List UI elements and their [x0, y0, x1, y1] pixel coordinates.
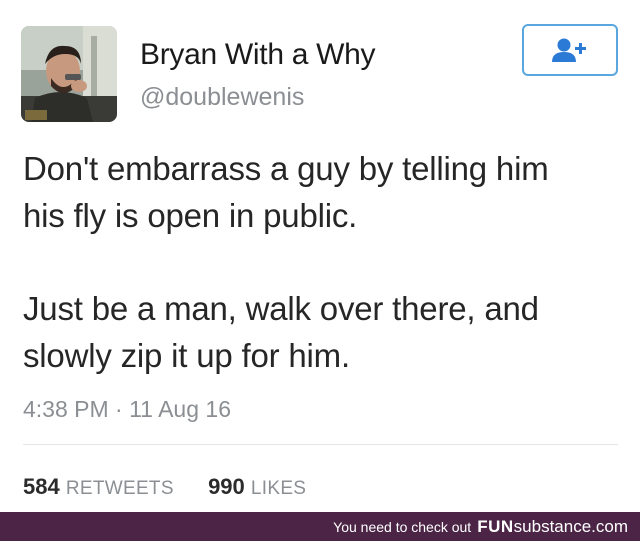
- divider: [23, 444, 618, 445]
- retweet-count: 584: [23, 474, 60, 499]
- footer-brand-substance: substance.com: [513, 516, 628, 536]
- avatar[interactable]: [21, 26, 117, 122]
- follow-button[interactable]: [522, 24, 618, 76]
- tweet-stats: 584 RETWEETS 990 LIKES: [23, 474, 306, 500]
- tweet-text-line: his fly is open in public.: [23, 197, 358, 234]
- tweet-text-line: slowly zip it up for him.: [23, 337, 350, 374]
- watermark-footer: You need to check out FUN substance.com: [0, 512, 640, 541]
- tweet-text-line: Just be a man, walk over there, and: [23, 290, 539, 327]
- avatar-photo: [21, 26, 117, 122]
- tweet-text-line: Don't embarrass a guy by telling him: [23, 150, 549, 187]
- retweet-label: RETWEETS: [65, 478, 174, 499]
- add-user-icon: [552, 38, 586, 62]
- like-label: LIKES: [250, 478, 307, 499]
- footer-message: You need to check out: [333, 518, 472, 535]
- retweets-stat[interactable]: 584 RETWEETS: [23, 474, 180, 499]
- tweet-timestamp[interactable]: 4:38 PM · 11 Aug 16: [23, 396, 231, 423]
- user-handle[interactable]: @doublewenis: [140, 83, 304, 112]
- tweet-card: Bryan With a Why @doublewenis Don't emba…: [0, 0, 640, 512]
- like-count: 990: [208, 474, 245, 499]
- user-name[interactable]: Bryan With a Why: [140, 38, 376, 72]
- footer-brand-fun: FUN: [477, 516, 514, 536]
- likes-stat[interactable]: 990 LIKES: [208, 474, 306, 499]
